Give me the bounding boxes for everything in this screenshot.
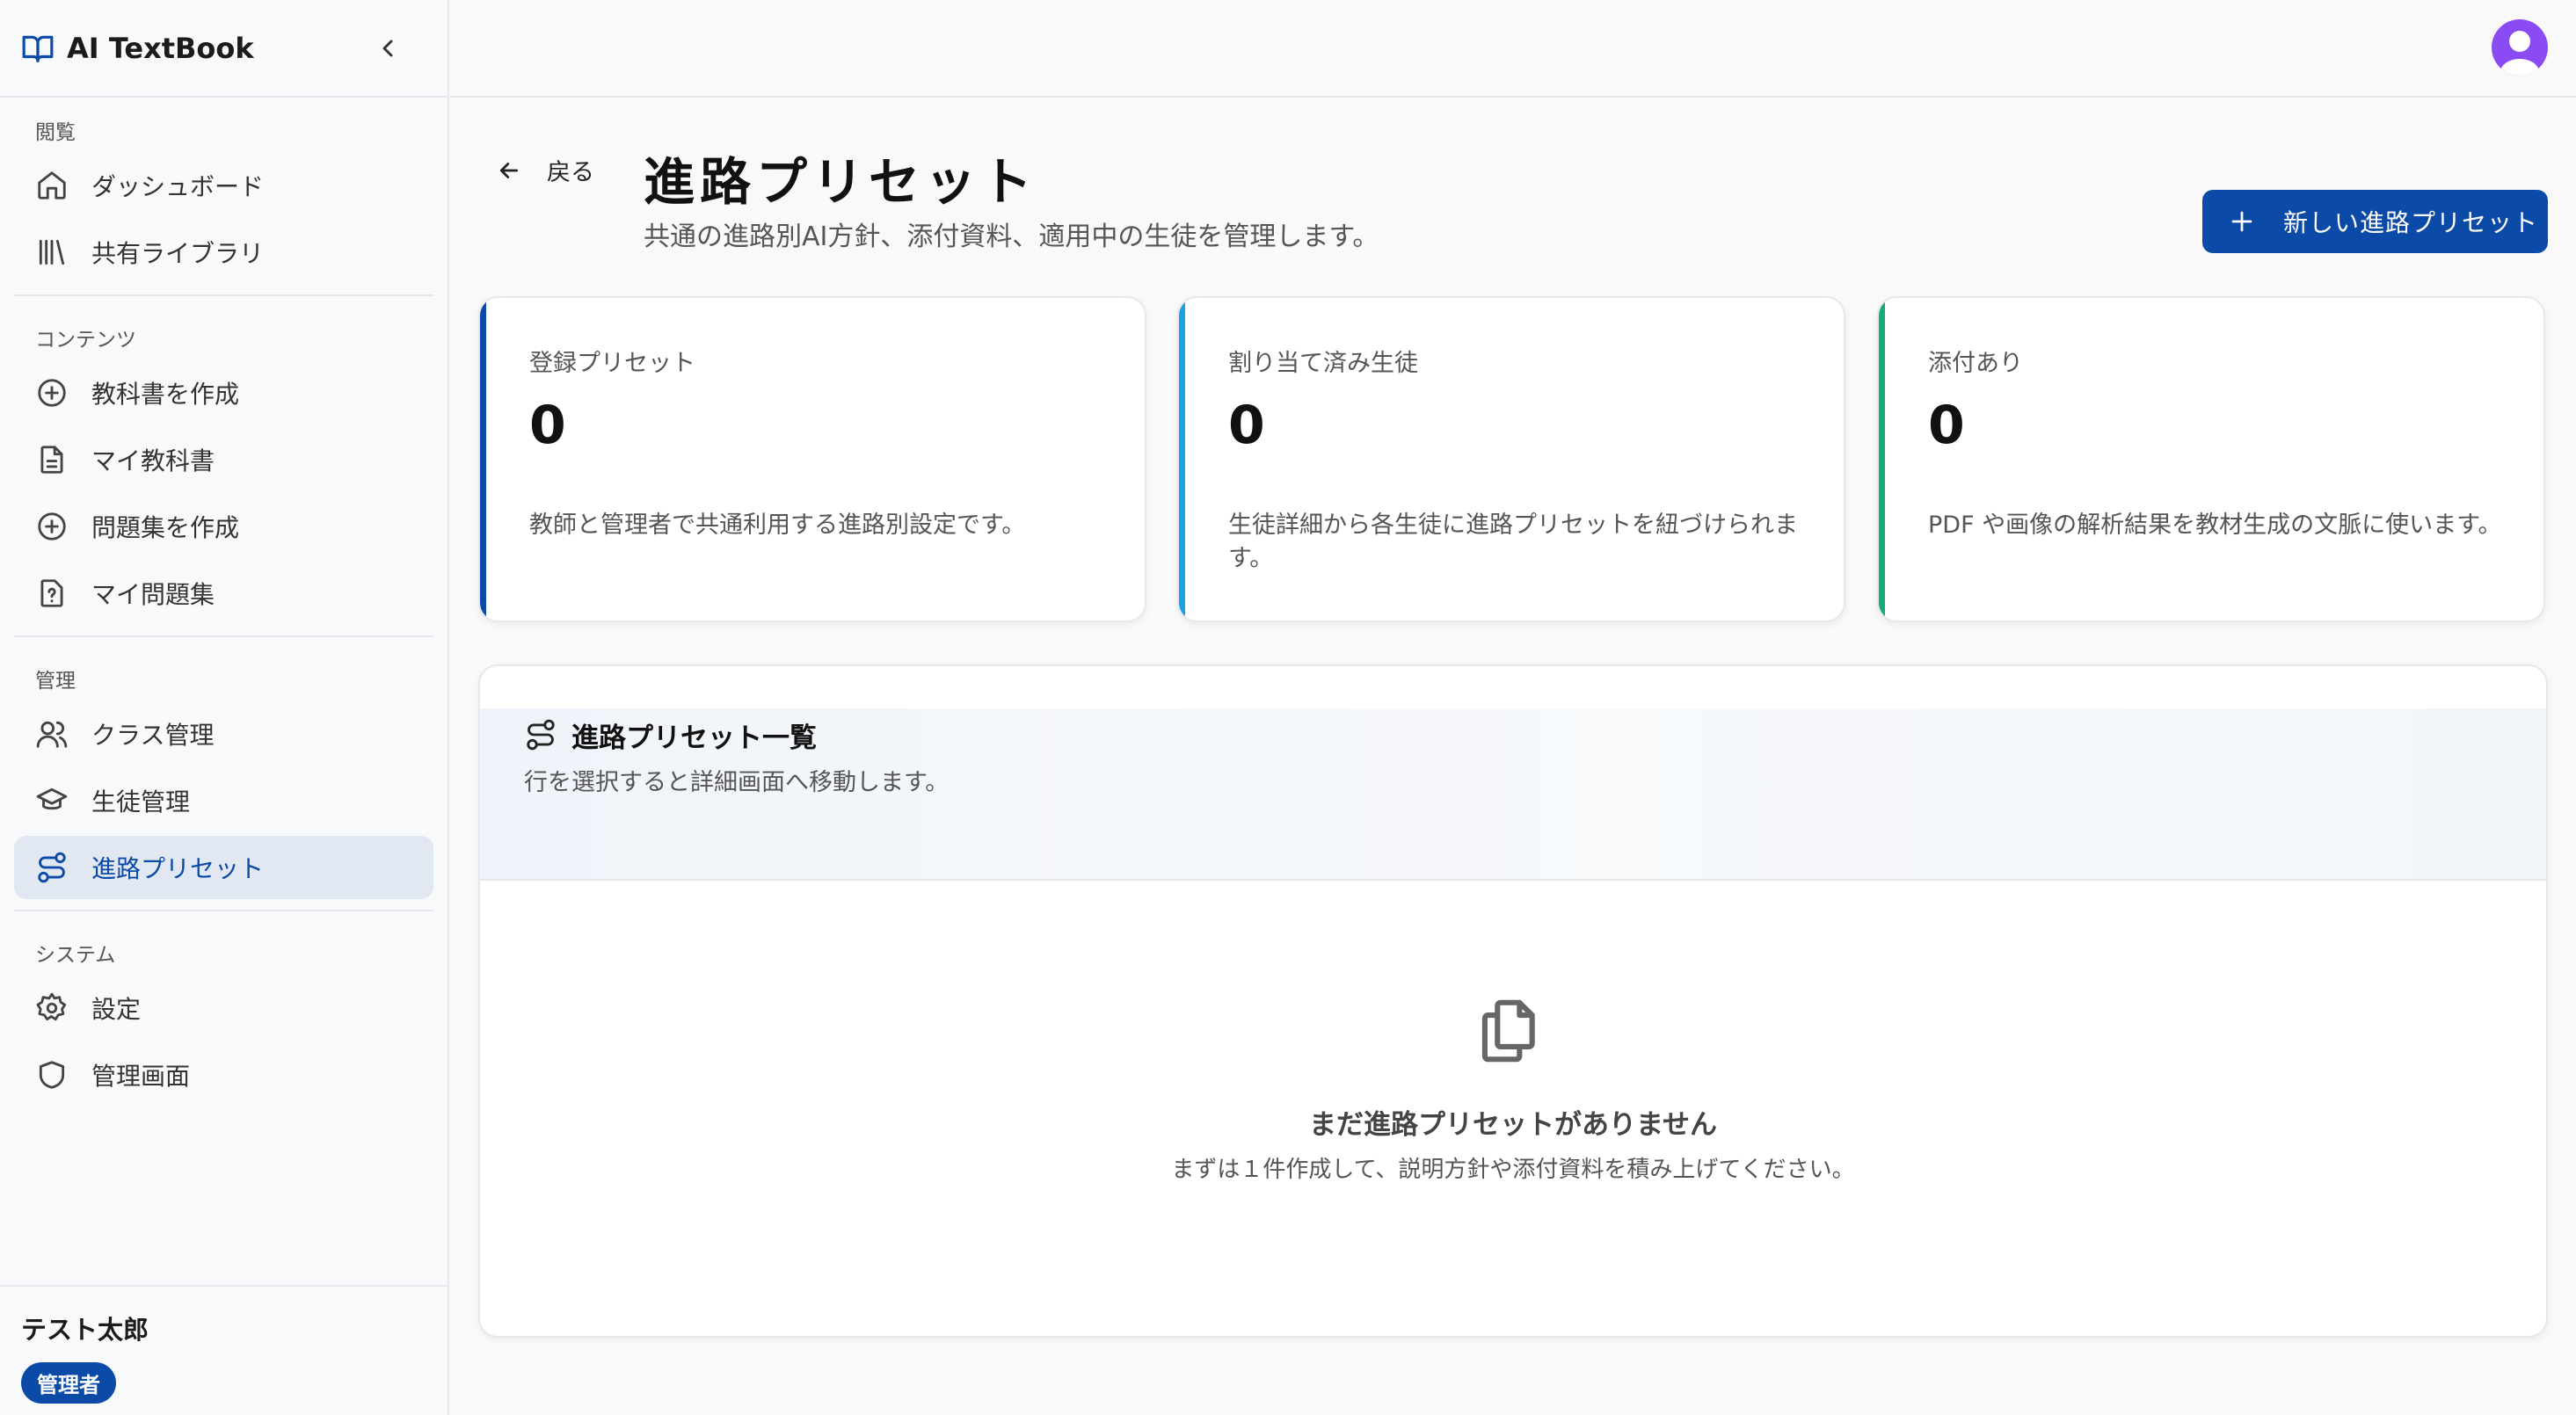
card-accent	[480, 298, 486, 620]
copy-files-icon	[1481, 999, 1535, 1063]
card-accent	[1179, 298, 1185, 620]
list-title-row: 進路プリセット一覧	[524, 708, 817, 761]
section-label: システム	[35, 944, 116, 967]
nav-section-content: コンテンツ 教科書を作成 マイ教科書 問題集を作成 マイ問題集	[0, 296, 448, 637]
sidebar-item-create-workbook[interactable]: 問題集を作成	[14, 495, 433, 558]
sidebar: AI TextBook 閲覧 ダッシュボード 共有ライブラリ コンテンツ 教科書…	[0, 0, 449, 1415]
stat-value: 0	[1928, 395, 1965, 456]
sidebar-item-label: 進路プリセット	[91, 854, 265, 883]
sidebar-item-my-textbooks[interactable]: マイ教科書	[14, 428, 433, 491]
stat-description: 教師と管理者で共通利用する進路別設定です。	[529, 512, 1026, 539]
stat-description: PDF や画像の解析結果を教材生成の文脈に使います。	[1928, 512, 2502, 539]
back-button[interactable]: 戻る	[496, 153, 594, 187]
top-bar	[450, 0, 2576, 98]
question-file-icon	[40, 579, 63, 607]
sidebar-item-label: 教科書を作成	[91, 380, 240, 409]
stat-label: 割り当て済み生徒	[1228, 350, 1418, 377]
graduation-cap-icon	[36, 787, 68, 810]
avatar[interactable]	[2492, 19, 2548, 76]
sidebar-item-label: 設定	[91, 995, 142, 1024]
brand-header: AI TextBook	[0, 0, 448, 98]
stat-card-assigned-students: 割り当て済み生徒 0 生徒詳細から各生徒に進路プリセットを紐づけられます。	[1177, 296, 1845, 622]
user-name: テスト太郎	[21, 1315, 149, 1345]
sidebar-item-label: クラス管理	[91, 721, 215, 750]
page-title: 進路プリセット	[644, 152, 1038, 212]
stat-value: 0	[1228, 395, 1265, 456]
plus-circle-icon	[38, 512, 66, 541]
stat-value: 0	[529, 395, 566, 456]
home-icon	[38, 171, 66, 200]
nav-section-system: システム 設定 管理画面	[0, 911, 448, 1107]
section-label: コンテンツ	[35, 329, 136, 352]
document-icon	[40, 446, 63, 474]
section-label: 管理	[35, 670, 76, 693]
sidebar-item-label: マイ問題集	[91, 580, 215, 609]
stat-label: 添付あり	[1928, 350, 2023, 377]
arrow-left-icon	[499, 162, 519, 178]
sidebar-item-label: 共有ライブラリ	[91, 239, 265, 268]
sidebar-item-label: 問題集を作成	[91, 513, 240, 542]
sidebar-item-career-presets[interactable]: 進路プリセット	[14, 836, 433, 899]
gear-icon	[36, 992, 67, 1021]
sidebar-item-settings[interactable]: 設定	[14, 976, 433, 1040]
sidebar-item-class-management[interactable]: クラス管理	[14, 702, 433, 766]
card-accent	[1879, 298, 1885, 620]
sidebar-item-admin-panel[interactable]: 管理画面	[14, 1043, 433, 1107]
sidebar-item-dashboard[interactable]: ダッシュボード	[14, 154, 433, 217]
stat-card-registered-presets: 登録プリセット 0 教師と管理者で共通利用する進路別設定です。	[478, 296, 1146, 622]
library-icon	[39, 239, 65, 265]
role-badge: 管理者	[21, 1362, 116, 1404]
empty-state-title: まだ進路プリセットがありません	[1308, 1109, 1718, 1141]
sidebar-item-my-workbooks[interactable]: マイ問題集	[14, 562, 433, 625]
list-title: 進路プリセット一覧	[571, 722, 817, 754]
section-label: 閲覧	[35, 121, 76, 144]
back-label: 戻る	[547, 159, 594, 186]
sidebar-item-label: 管理画面	[91, 1062, 191, 1091]
nav-section-admin: 管理 クラス管理 生徒管理 進路プリセット	[0, 637, 448, 911]
preset-list-panel: 進路プリセット一覧 行を選択すると詳細画面へ移動します。 まだ進路プリセットがあ…	[478, 664, 2548, 1338]
empty-state-subtitle: まずは１件作成して、説明方針や添付資料を積み上げてください。	[1171, 1157, 1855, 1183]
route-icon	[527, 719, 555, 751]
new-preset-button-label: 新しい進路プリセット	[2283, 208, 2539, 237]
list-subtitle: 行を選択すると詳細画面へ移動します。	[524, 769, 950, 796]
page-subtitle: 共通の進路別AI方針、添付資料、適用中の生徒を管理します。	[644, 221, 1379, 252]
route-icon	[38, 852, 66, 883]
stat-description: 生徒詳細から各生徒に進路プリセットを紐づけられます。	[1228, 512, 1798, 572]
nav-section-browse: 閲覧 ダッシュボード 共有ライブラリ	[0, 98, 448, 296]
app-title: AI TextBook	[67, 31, 254, 65]
plus-icon	[2231, 211, 2252, 232]
stat-card-with-attachments: 添付あり 0 PDF や画像の解析結果を教材生成の文脈に使います。	[1877, 296, 2545, 622]
plus-circle-icon	[38, 379, 66, 407]
user-profile[interactable]: テスト太郎 管理者	[0, 1285, 448, 1415]
chevron-left-icon[interactable]	[374, 34, 402, 62]
sidebar-item-label: 生徒管理	[91, 787, 191, 816]
sidebar-item-shared-library[interactable]: 共有ライブラリ	[14, 221, 433, 284]
preset-list-header: 進路プリセット一覧 行を選択すると詳細画面へ移動します。	[480, 708, 2546, 881]
sidebar-item-create-textbook[interactable]: 教科書を作成	[14, 361, 433, 424]
new-preset-button[interactable]: 新しい進路プリセット	[2202, 190, 2548, 253]
shield-icon	[39, 1061, 65, 1089]
sidebar-item-label: ダッシュボード	[91, 172, 265, 201]
book-icon	[22, 35, 54, 62]
users-icon	[36, 721, 68, 748]
sidebar-item-student-management[interactable]: 生徒管理	[14, 769, 433, 832]
stat-label: 登録プリセット	[529, 350, 695, 377]
sidebar-item-label: マイ教科書	[91, 446, 215, 475]
user-avatar-icon	[2500, 31, 2539, 76]
